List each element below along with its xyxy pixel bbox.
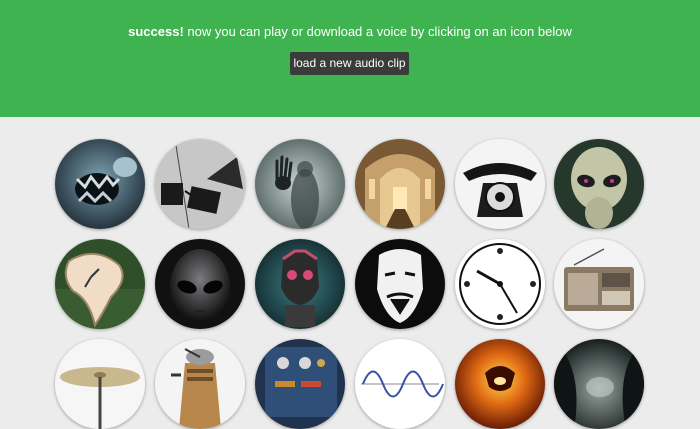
- dalek-icon: [155, 339, 245, 429]
- synthesizer-icon: [255, 339, 345, 429]
- fire-demon-icon: [455, 339, 545, 429]
- voice-button-sine-wave[interactable]: [355, 339, 445, 429]
- melting-clock-icon: [55, 239, 145, 329]
- voice-button-ghost-hand[interactable]: [255, 139, 345, 229]
- voice-button-cathedral[interactable]: [355, 139, 445, 229]
- voice-button-telephone[interactable]: [455, 139, 545, 229]
- sine-wave-icon: [355, 339, 445, 429]
- gramophone-icon: [155, 139, 245, 229]
- grey-alien-icon: [155, 239, 245, 329]
- voice-button-grey-alien[interactable]: [155, 239, 245, 329]
- robot-skull-icon: [255, 239, 345, 329]
- voice-button-alien[interactable]: [554, 139, 644, 229]
- monster-mouth-icon: [55, 139, 145, 229]
- alien-icon: [554, 139, 644, 229]
- voice-button-dalek[interactable]: [155, 339, 245, 429]
- mirrored-clock-icon: [455, 239, 545, 329]
- voice-button-fire-demon[interactable]: [455, 339, 545, 429]
- voice-button-monster-mouth[interactable]: [55, 139, 145, 229]
- voice-button-robot-skull[interactable]: [255, 239, 345, 329]
- radio-icon: [554, 239, 644, 329]
- voice-button-synthesizer[interactable]: [255, 339, 345, 429]
- voice-button-radio[interactable]: [554, 239, 644, 329]
- voice-button-melting-clock[interactable]: [55, 239, 145, 329]
- voice-button-gramophone[interactable]: [155, 139, 245, 229]
- ghost-hand-icon: [255, 139, 345, 229]
- cave-icon: [554, 339, 644, 429]
- voice-button-anonymous-mask[interactable]: [355, 239, 445, 329]
- cymbal-icon: [55, 339, 145, 429]
- rotary-telephone-icon: [455, 139, 545, 229]
- anonymous-mask-icon: [355, 239, 445, 329]
- voice-button-cymbal[interactable]: [55, 339, 145, 429]
- voice-grid: [0, 0, 700, 429]
- voice-button-mirrored-clock[interactable]: [455, 239, 545, 329]
- voice-button-cave[interactable]: [554, 339, 644, 429]
- cathedral-icon: [355, 139, 445, 229]
